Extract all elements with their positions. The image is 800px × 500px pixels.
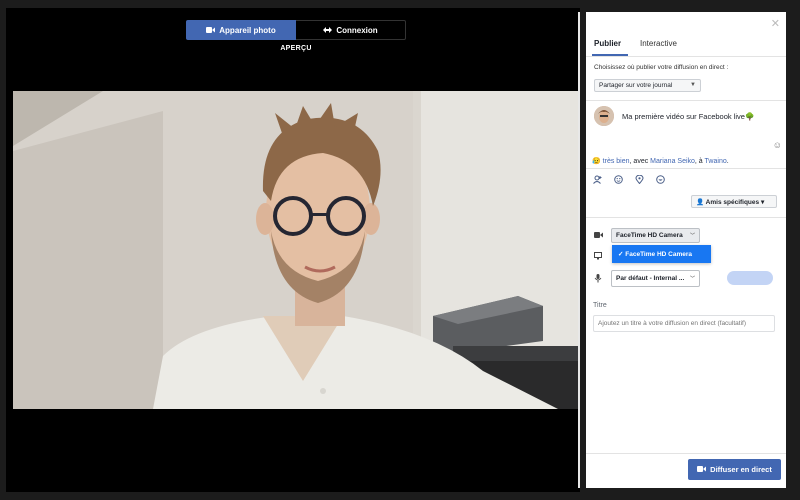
webcam-frame-image xyxy=(13,91,578,409)
camera-select-value: FaceTime HD Camera xyxy=(616,232,683,239)
share-destination-value: Partager sur votre journal xyxy=(599,82,673,89)
place-link[interactable]: Twaino xyxy=(705,158,727,165)
go-live-label: Diffuser en direct xyxy=(710,465,772,474)
choose-destination-label: Choisissez où publier votre diffusion en… xyxy=(594,64,729,71)
post-text[interactable]: Ma première vidéo sur Facebook live🌳 xyxy=(622,112,754,121)
person-icon: 👤 xyxy=(696,199,705,206)
panel-divider xyxy=(578,12,580,488)
audio-input-select[interactable]: Par défaut - Internal ... ﹀ xyxy=(611,270,700,287)
at-text: , à xyxy=(694,158,703,165)
camera-dropdown-option[interactable]: ✓ FaceTime HD Camera xyxy=(612,245,711,263)
check-icon: ✓ xyxy=(618,251,624,258)
divider xyxy=(586,100,786,101)
audience-label: Amis spécifiques xyxy=(705,199,760,206)
connection-arrows-icon xyxy=(323,26,333,35)
caret-down-icon: ▾ xyxy=(760,199,765,206)
feeling-emoji-icon: 😥 xyxy=(592,158,601,165)
avatar xyxy=(594,106,614,126)
chevron-down-icon: ﹀ xyxy=(689,276,695,282)
audio-input-value: Par défaut - Internal ... xyxy=(616,275,685,282)
microphone-icon xyxy=(594,274,602,285)
caret-down-icon: ▼ xyxy=(690,82,696,88)
preview-label: APERÇU xyxy=(280,45,312,52)
tab-interactive[interactable]: Interactive xyxy=(640,39,677,48)
broadcast-title-input[interactable] xyxy=(593,315,775,332)
feeling-line: 😥 très bien, avec Mariana Seiko, à Twain… xyxy=(592,157,729,165)
post-actions-row xyxy=(593,174,665,186)
tagged-friend-link[interactable]: Mariana Seiko xyxy=(650,158,695,165)
emoji-picker-icon[interactable]: ☺ xyxy=(773,140,782,150)
go-live-button[interactable]: Diffuser en direct xyxy=(688,459,781,480)
camera-tab-label: Appareil photo xyxy=(219,25,276,35)
camera-select[interactable]: FaceTime HD Camera ﹀ xyxy=(611,228,700,243)
tag-people-icon[interactable] xyxy=(593,175,602,186)
connect-tab-label: Connexion xyxy=(336,25,378,35)
panel-tabs: Publier Interactive xyxy=(586,34,786,57)
publish-panel: ✕ Publier Interactive Choisissez où publ… xyxy=(586,12,786,488)
share-destination-select[interactable]: Partager sur votre journal ▼ xyxy=(594,79,701,92)
tab-publier[interactable]: Publier xyxy=(594,39,621,48)
source-toggle: Appareil photo Connexion xyxy=(186,20,406,40)
divider xyxy=(586,453,786,454)
audience-selector-button[interactable]: 👤 Amis spécifiques ▾ xyxy=(691,195,777,208)
post-text-content: Ma première vidéo sur Facebook live xyxy=(622,112,745,121)
location-pin-icon[interactable] xyxy=(635,174,644,186)
close-icon[interactable]: ✕ xyxy=(771,17,780,30)
connect-tab-button[interactable]: Connexion xyxy=(296,20,406,40)
sticker-icon[interactable] xyxy=(656,175,665,186)
tree-emoji-icon: 🌳 xyxy=(744,112,755,121)
camera-tab-button[interactable]: Appareil photo xyxy=(186,20,296,40)
chevron-down-icon: ﹀ xyxy=(689,233,695,239)
divider xyxy=(586,168,786,169)
with-text: , avec xyxy=(629,158,649,165)
active-tab-indicator xyxy=(592,54,628,56)
divider xyxy=(586,217,786,218)
video-camera-icon xyxy=(697,465,707,474)
camera-option-label: FaceTime HD Camera xyxy=(625,251,692,258)
audio-level-meter xyxy=(727,271,773,285)
end-text: . xyxy=(726,158,729,165)
video-camera-icon xyxy=(594,231,603,240)
video-camera-icon xyxy=(206,26,216,35)
feeling-link[interactable]: très bien xyxy=(603,158,630,165)
monitor-icon xyxy=(594,252,602,262)
title-label: Titre xyxy=(593,302,607,309)
feeling-icon[interactable] xyxy=(614,175,623,186)
camera-preview-video xyxy=(13,91,578,409)
